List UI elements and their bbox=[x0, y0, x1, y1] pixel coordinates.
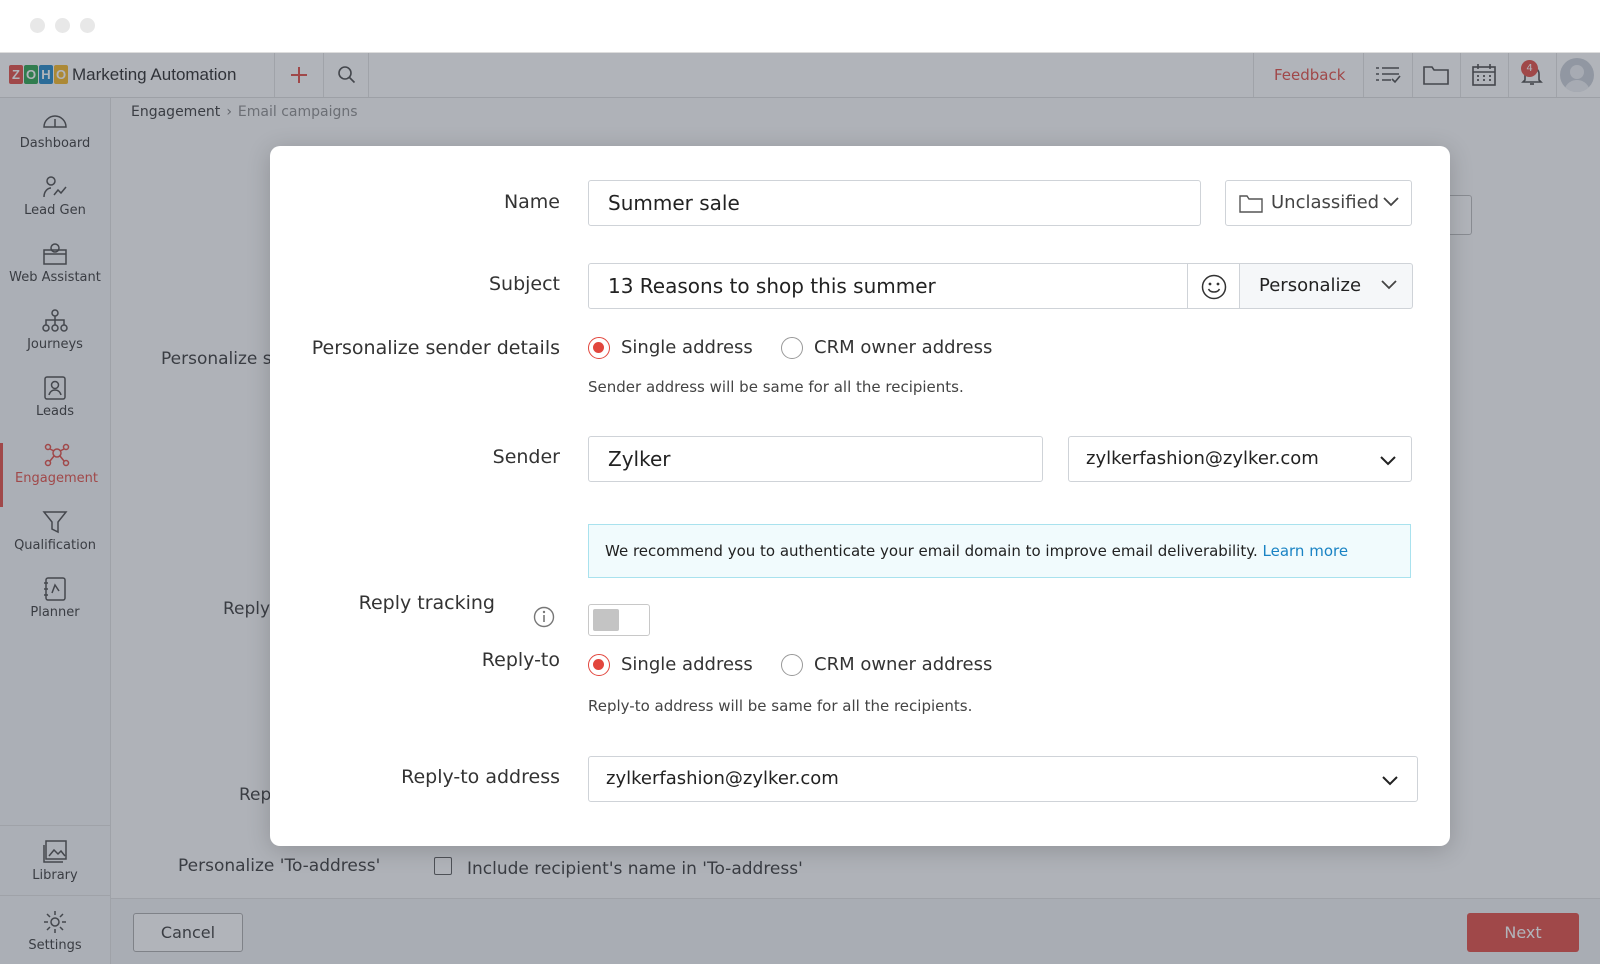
sender-email-select[interactable]: zylkerfashion@zylker.com bbox=[1068, 436, 1412, 482]
learn-more-link[interactable]: Learn more bbox=[1263, 542, 1349, 560]
chevron-down-icon bbox=[1381, 280, 1397, 290]
window-titlebar bbox=[0, 0, 1600, 53]
reply-to-crm-owner-label: CRM owner address bbox=[814, 654, 993, 675]
sender-label: Sender bbox=[492, 446, 560, 468]
sender-crm-owner-label: CRM owner address bbox=[814, 337, 993, 358]
personalize-dropdown[interactable]: Personalize bbox=[1239, 263, 1413, 309]
sender-name-input[interactable]: Zylker bbox=[588, 436, 1043, 482]
reply-to-single-address-option[interactable]: Single address bbox=[588, 653, 753, 677]
reply-to-hint: Reply-to address will be same for all th… bbox=[588, 697, 973, 715]
sender-single-address-radio[interactable] bbox=[588, 337, 610, 359]
subject-label: Subject bbox=[488, 273, 560, 295]
chevron-down-icon bbox=[1382, 776, 1398, 786]
name-input[interactable]: Summer sale bbox=[588, 180, 1201, 226]
name-label: Name bbox=[503, 191, 560, 213]
info-icon[interactable] bbox=[533, 606, 555, 628]
toggle-knob bbox=[593, 609, 619, 631]
sender-single-address-label: Single address bbox=[621, 337, 753, 358]
recommendation-text: We recommend you to authenticate your em… bbox=[605, 542, 1258, 560]
window-close-button[interactable] bbox=[30, 18, 45, 33]
window-maximize-button[interactable] bbox=[80, 18, 95, 33]
reply-to-crm-owner-radio[interactable] bbox=[781, 654, 803, 676]
reply-to-address-select[interactable]: zylkerfashion@zylker.com bbox=[588, 756, 1418, 802]
folder-select-value: Unclassified bbox=[1271, 192, 1380, 213]
reply-to-single-address-radio[interactable] bbox=[588, 654, 610, 676]
campaign-details-dialog: Name Summer sale Unclassified Subject 13… bbox=[270, 146, 1450, 846]
emoji-button[interactable] bbox=[1187, 263, 1240, 309]
personalize-dropdown-label: Personalize bbox=[1259, 275, 1362, 296]
smiley-icon bbox=[1201, 274, 1227, 300]
chevron-down-icon bbox=[1383, 197, 1399, 207]
reply-tracking-toggle[interactable] bbox=[588, 604, 650, 636]
reply-to-address-label: Reply-to address bbox=[401, 766, 560, 788]
folder-icon bbox=[1239, 195, 1263, 213]
sender-crm-owner-option[interactable]: CRM owner address bbox=[781, 336, 992, 360]
sender-single-address-option[interactable]: Single address bbox=[588, 336, 753, 360]
sender-hint: Sender address will be same for all the … bbox=[588, 378, 964, 396]
chevron-down-icon bbox=[1380, 456, 1396, 466]
reply-to-single-address-label: Single address bbox=[621, 654, 753, 675]
folder-select[interactable]: Unclassified bbox=[1225, 180, 1412, 226]
reply-to-address-value: zylkerfashion@zylker.com bbox=[606, 768, 839, 789]
reply-tracking-label: Reply tracking bbox=[358, 592, 495, 614]
reply-to-label: Reply-to bbox=[481, 649, 560, 671]
authentication-recommendation: We recommend you to authenticate your em… bbox=[588, 524, 1411, 578]
sender-details-label: Personalize sender details bbox=[311, 337, 560, 359]
sender-email-value: zylkerfashion@zylker.com bbox=[1086, 448, 1319, 469]
window-minimize-button[interactable] bbox=[55, 18, 70, 33]
subject-input[interactable]: 13 Reasons to shop this summer bbox=[588, 263, 1188, 309]
reply-to-crm-owner-option[interactable]: CRM owner address bbox=[781, 653, 992, 677]
sender-crm-owner-radio[interactable] bbox=[781, 337, 803, 359]
